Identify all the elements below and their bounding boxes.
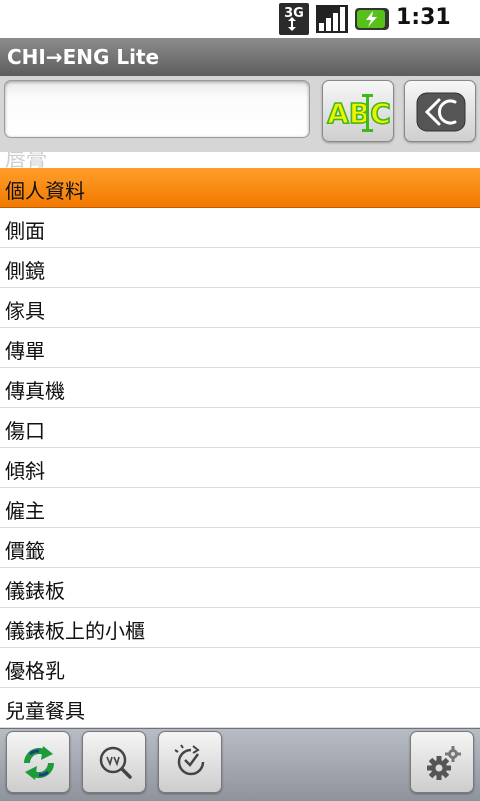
lookup-button[interactable] [82,731,146,793]
list-item[interactable]: 側鏡 [0,248,480,288]
list-rows: 個人資料側面側鏡傢具傳單傳真機傷口傾斜僱主價籤儀錶板儀錶板上的小櫃 優格乳兒童餐具 [0,168,480,728]
svg-text:3G: 3G [284,6,304,21]
list-item-label: 傷口 [5,419,45,443]
list-item-label: 個人資料 [5,179,85,203]
search-input[interactable] [4,80,310,138]
signal-strength-icon [316,5,348,33]
list-item-selected[interactable]: 個人資料 [0,168,480,208]
list-item[interactable]: 傳單 [0,328,480,368]
settings-icon [427,746,461,780]
abc-keyboard-button[interactable]: ABC [322,80,394,142]
abc-icon: ABC [326,94,392,132]
history-button[interactable] [158,731,222,793]
list-item[interactable]: 傢具 [0,288,480,328]
toggle-direction-button[interactable] [6,731,70,793]
list-item[interactable]: 儀錶板上的小櫃 [0,608,480,648]
list-item-label: 傳真機 [5,379,65,403]
recent-icon [174,744,205,776]
list-item[interactable]: 側面 [0,208,480,248]
settings-button[interactable] [410,731,474,793]
list-item[interactable]: 價籤 [0,528,480,568]
list-item[interactable]: 傳真機 [0,368,480,408]
battery-charging-icon [355,8,389,30]
clear-icon [416,92,466,132]
word-list[interactable]: 唇膏 個人資料 側面 側鏡 傢具 傳單 傳真機 傷口 傾斜 僱主 價籤 儀錶板 儀錶板上的小櫃 優格乳兒… [0,152,480,728]
list-item-label: 側面 [5,219,45,243]
network-3g-icon: 3G [279,3,309,35]
list-item-label: 傾斜 [5,459,45,483]
list-item[interactable]: 優格乳 [0,648,480,688]
list-item-label: 側鏡 [5,259,45,283]
list-item[interactable]: 僱主 [0,488,480,528]
list-item-label: 僱主 [5,499,45,523]
list-item-label: 傢具 [5,299,45,323]
list-item-label: 兒童餐具 [5,699,85,723]
bottom-toolbar [0,728,480,801]
list-item[interactable]: 儀錶板 [0,568,480,608]
list-item-label: 傳單 [5,339,45,363]
list-item[interactable]: 兒童餐具 [0,688,480,728]
list-item[interactable]: 傾斜 [0,448,480,488]
input-bar: ABC [0,76,480,152]
list-item[interactable]: 傷口 [0,408,480,448]
app-title-bar: CHI→ENG Lite [0,38,480,77]
svg-text:ABC: ABC [327,97,391,130]
app-title: CHI→ENG Lite [7,45,160,69]
list-item-label: 價籤 [5,539,45,563]
status-bar: 3G 1:31 PM [0,0,480,53]
clear-button[interactable] [404,80,476,142]
list-item-label: 儀錶板 [5,579,65,603]
sync-icon [23,746,55,780]
list-item-label: 儀錶板上的小櫃 [5,619,145,643]
search-cv-icon [99,746,132,779]
list-item-label: 優格乳 [5,659,65,683]
